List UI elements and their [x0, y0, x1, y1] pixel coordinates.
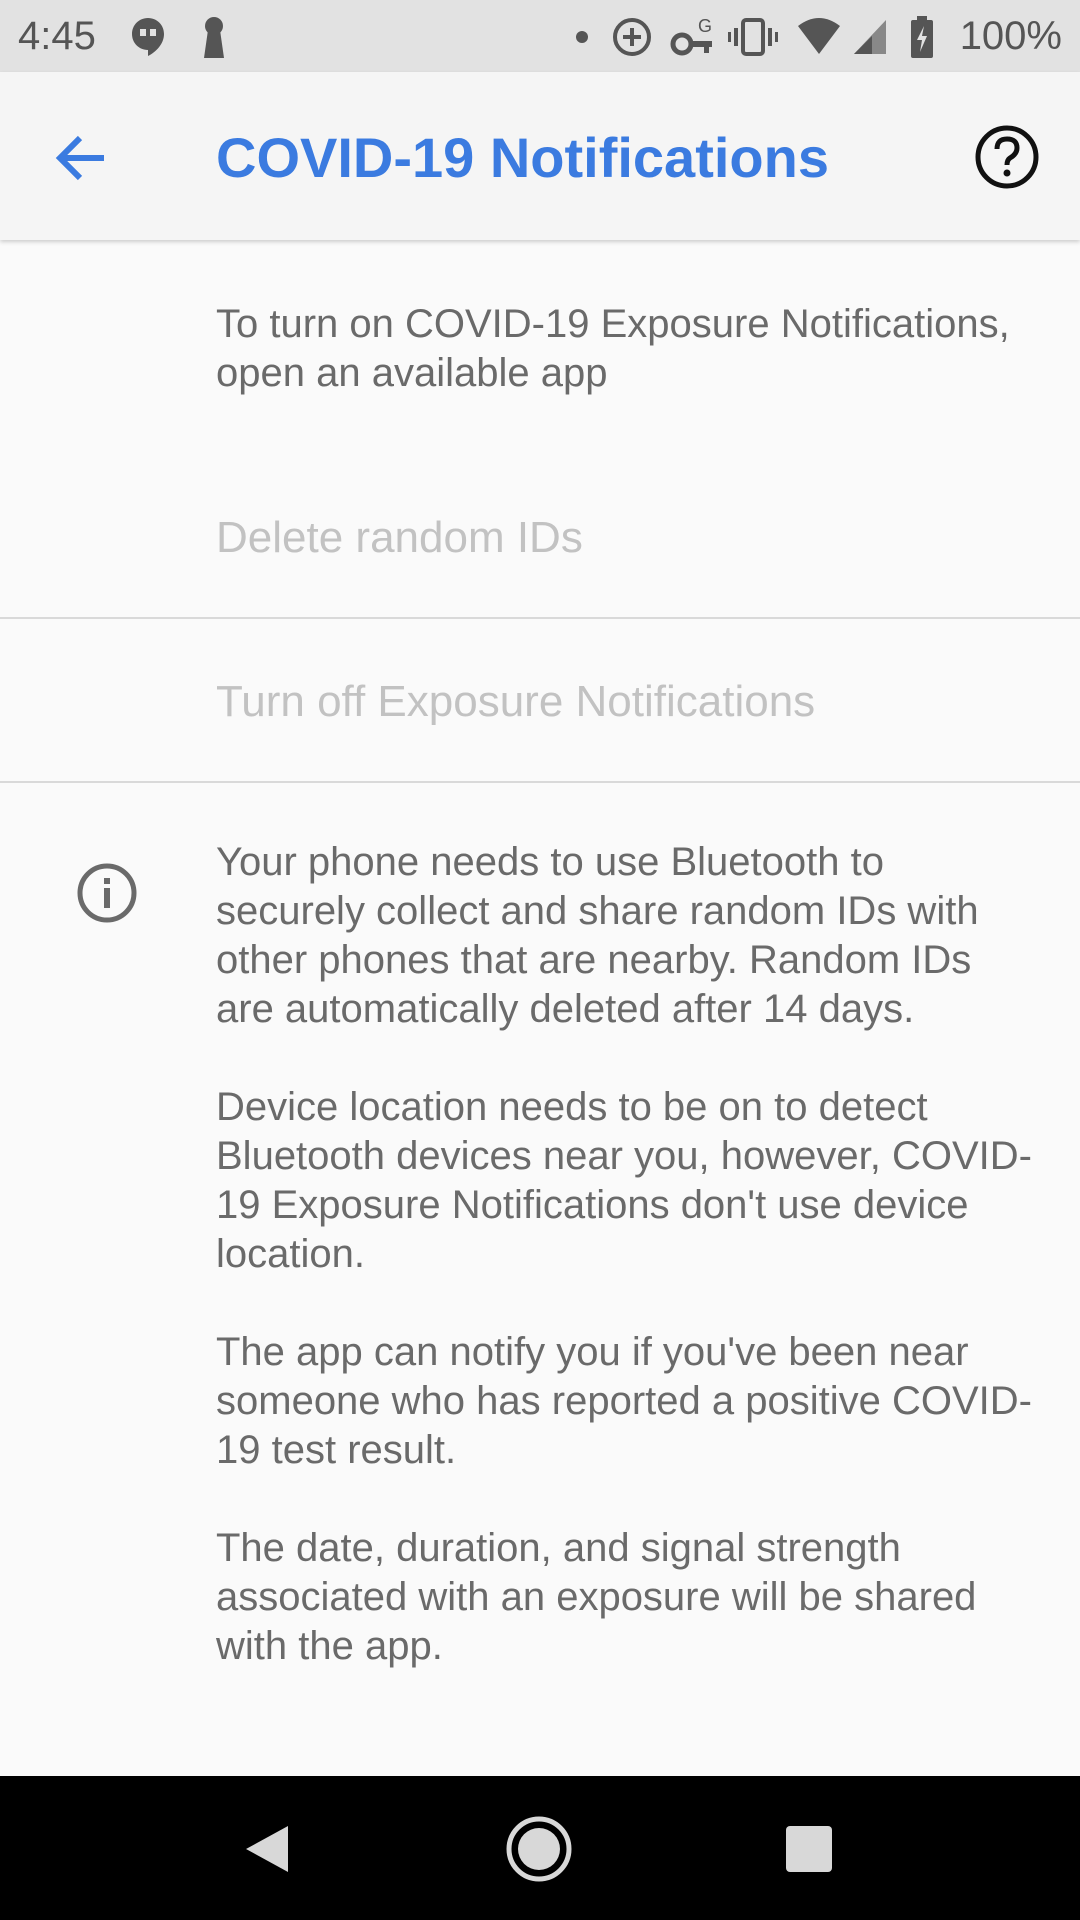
- nav-home-icon[interactable]: [504, 1814, 574, 1884]
- info-paragraph-location: Device location needs to be on to detect…: [216, 1085, 1032, 1276]
- help-icon[interactable]: [974, 124, 1040, 190]
- hangouts-icon: [132, 18, 164, 56]
- info-icon: [77, 863, 137, 923]
- vibrate-icon: [728, 18, 778, 56]
- intro-text: To turn on COVID-19 Exposure Notificatio…: [216, 302, 1010, 395]
- battery-charging-icon: [911, 16, 933, 58]
- info-paragraph-notify: The app can notify you if you've been ne…: [216, 1330, 1032, 1472]
- divider: [0, 781, 1080, 783]
- svg-text:G: G: [698, 16, 712, 36]
- wifi-icon: [798, 18, 840, 54]
- delete-random-ids-label: Delete random IDs: [216, 513, 583, 562]
- data-saver-icon: [613, 18, 651, 56]
- arrow-back-icon[interactable]: [52, 128, 112, 188]
- page-title: COVID-19 Notifications: [216, 126, 829, 189]
- signal-icon: [854, 20, 886, 54]
- battery-percentage: 100%: [959, 14, 1062, 58]
- turn-off-exposure-notifications-item[interactable]: Turn off Exposure Notifications: [0, 620, 1080, 784]
- status-bar: 4:45 G 100%: [0, 0, 1080, 72]
- turn-off-exposure-notifications-label: Turn off Exposure Notifications: [216, 677, 816, 726]
- info-paragraph-bluetooth: Your phone needs to use Bluetooth to sec…: [216, 840, 979, 1031]
- status-time: 4:45: [18, 14, 96, 58]
- info-text: Your phone needs to use Bluetooth to sec…: [216, 838, 1036, 1720]
- info-paragraph-shared-data: The date, duration, and signal strength …: [216, 1526, 977, 1668]
- nav-back-icon[interactable]: [232, 1814, 302, 1884]
- navigation-bar: [0, 1776, 1080, 1920]
- keyhole-icon: [204, 17, 224, 58]
- screen: 4:45 G 100% COVID-19 Notifications To tu…: [0, 0, 1080, 1920]
- nav-recents-icon[interactable]: [774, 1814, 844, 1884]
- dot-icon: [576, 31, 588, 43]
- app-bar: COVID-19 Notifications: [0, 72, 1080, 240]
- divider: [0, 617, 1080, 619]
- vpn-key-icon: G: [670, 16, 712, 56]
- delete-random-ids-item[interactable]: Delete random IDs: [0, 456, 1080, 620]
